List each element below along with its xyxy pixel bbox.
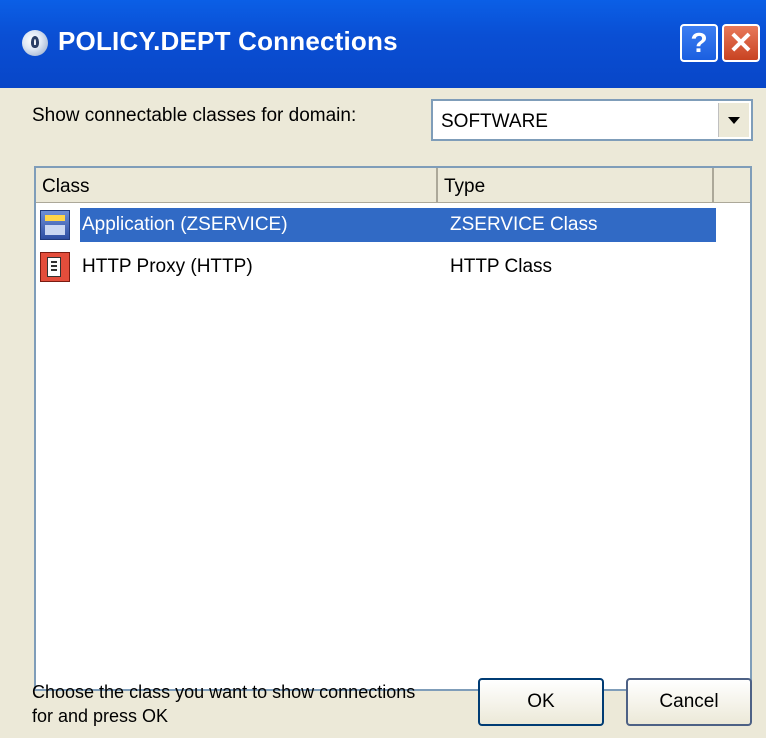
domain-dropdown[interactable]: SOFTWARE [431, 99, 753, 141]
app-icon [22, 30, 48, 56]
column-header-empty[interactable] [714, 168, 750, 202]
list-header: Class Type [36, 168, 750, 203]
application-icon [40, 210, 70, 240]
list-row-application[interactable]: Application (ZSERVICE) ZSERVICE Class [40, 208, 716, 242]
close-button[interactable]: ✕ [722, 24, 760, 62]
chevron-down-icon[interactable] [718, 103, 749, 137]
domain-dropdown-value: SOFTWARE [441, 111, 548, 132]
class-list[interactable]: Class Type Application (ZSERVICE) ZSERVI… [34, 166, 752, 691]
instruction-text: Choose the class you want to show connec… [32, 682, 416, 726]
column-header-class[interactable]: Class [36, 168, 438, 202]
row-class-name: HTTP Proxy (HTTP) [82, 256, 253, 277]
http-proxy-icon [40, 252, 70, 282]
help-icon: ? [690, 27, 708, 58]
title-bar[interactable]: POLICY.DEPT Connections ? ✕ [0, 0, 766, 88]
window-title: POLICY.DEPT Connections [58, 26, 398, 56]
close-icon: ✕ [728, 26, 754, 60]
list-row-http-proxy[interactable]: HTTP Proxy (HTTP) HTTP Class [40, 250, 716, 284]
cancel-button[interactable]: Cancel [626, 678, 752, 726]
row-type: HTTP Class [450, 256, 553, 277]
domain-label: Show connectable classes for domain: [32, 105, 357, 126]
connections-dialog: POLICY.DEPT Connections ? ✕ Show connect… [0, 0, 766, 738]
row-class-name: Application (ZSERVICE) [80, 208, 442, 242]
column-header-type[interactable]: Type [438, 168, 714, 202]
row-type: ZSERVICE Class [442, 208, 716, 242]
help-button[interactable]: ? [680, 24, 718, 62]
ok-button[interactable]: OK [478, 678, 604, 726]
